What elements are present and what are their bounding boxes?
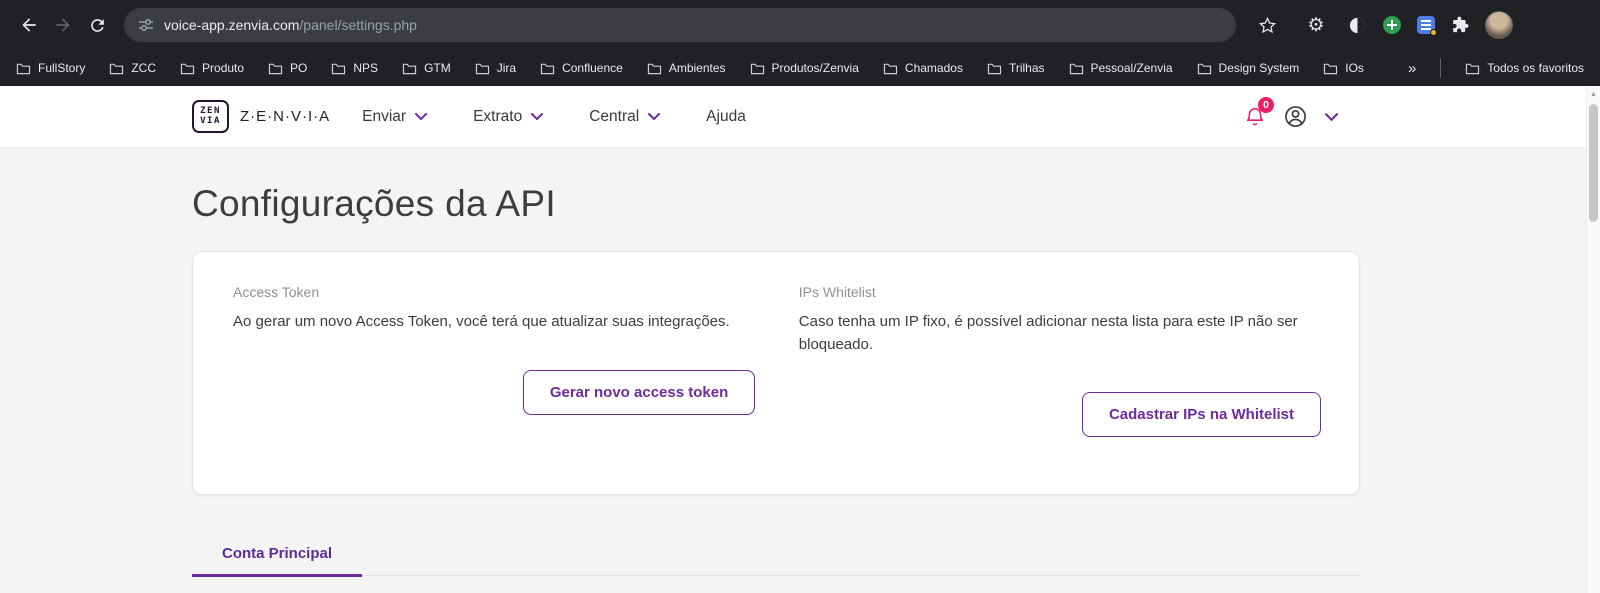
folder-icon (1069, 63, 1083, 74)
half-circle-icon (1349, 17, 1366, 33)
zenvia-logo[interactable]: ZEN VIA (192, 100, 229, 133)
bookmark-folder[interactable]: ZCC (109, 61, 156, 75)
tab-conta-principal[interactable]: Conta Principal (192, 533, 363, 577)
bookmark-folder[interactable]: Pessoal/Zenvia (1069, 61, 1173, 75)
address-bar[interactable]: voice-app.zenvia.com/panel/settings.php (124, 8, 1236, 42)
back-button[interactable] (12, 8, 46, 42)
bookmark-folder[interactable]: IOs (1323, 61, 1364, 75)
bookmark-folder[interactable]: Produtos/Zenvia (750, 61, 859, 75)
bookmark-folder[interactable]: Jira (475, 61, 516, 75)
page-scrollbar[interactable]: ▲ (1586, 86, 1600, 593)
register-whitelist-button[interactable]: Cadastrar IPs na Whitelist (1081, 392, 1321, 437)
folder-icon (750, 63, 764, 74)
folder-icon (110, 63, 124, 74)
scrollbar-up-arrow[interactable]: ▲ (1587, 86, 1600, 98)
folder-icon (540, 63, 555, 74)
toolbar-actions: ⚙ (1250, 8, 1513, 42)
chevron-down-icon (415, 113, 428, 120)
back-icon (22, 18, 36, 32)
puzzle-icon (1453, 16, 1469, 33)
bookmark-folder[interactable]: PO (268, 61, 307, 75)
folder-icon (180, 63, 195, 74)
ip-whitelist-description: Caso tenha um IP fixo, é possível adicio… (798, 313, 1298, 353)
folder-icon (402, 63, 417, 74)
bookmark-folder[interactable]: NPS (331, 61, 378, 75)
reload-button[interactable] (80, 8, 114, 42)
site-info-icon[interactable] (138, 17, 154, 33)
api-settings-card: Access Token Ao gerar um novo Access Tok… (192, 251, 1360, 495)
access-token-section: Access Token Ao gerar um novo Access Tok… (233, 284, 756, 464)
settings-gear-button[interactable]: ⚙ (1299, 8, 1333, 42)
chevron-down-icon (531, 113, 544, 120)
notification-badge: 0 (1258, 96, 1274, 113)
ip-whitelist-section: IPs Whitelist Caso tenha um IP fixo, é p… (799, 284, 1321, 464)
forward-icon (56, 18, 70, 32)
bookmark-folder[interactable]: Produto (180, 61, 244, 75)
bookmarks-overflow-button[interactable]: » (1408, 60, 1416, 77)
page-title: Configurações da API (192, 183, 556, 224)
bookmark-folder[interactable]: GTM (402, 61, 451, 75)
bookmarks-divider (1440, 58, 1442, 78)
extension-badge-dot (1430, 29, 1437, 36)
folder-icon (1197, 63, 1211, 74)
folder-icon (1466, 63, 1480, 74)
account-tabs: Conta Principal (192, 531, 1360, 577)
settings-page: Configurações da API Access Token Ao ger… (0, 148, 1586, 593)
account-button[interactable] (1283, 104, 1308, 129)
folder-icon (987, 63, 1002, 74)
brand-wordmark: Z·E·N·V·I·A (240, 108, 331, 125)
chevron-down-icon (648, 113, 661, 120)
reload-icon (90, 18, 104, 32)
nav-item-central[interactable]: Central (589, 108, 661, 126)
bookmark-star-button[interactable] (1250, 8, 1284, 42)
notifications-button[interactable]: 0 (1244, 96, 1274, 128)
url-text: voice-app.zenvia.com/panel/settings.php (164, 17, 417, 33)
bookmark-folder[interactable]: Confluence (540, 61, 623, 75)
chevron-down-icon (1325, 112, 1338, 121)
nav-item-extrato[interactable]: Extrato (473, 108, 544, 126)
folder-icon (647, 63, 661, 74)
contrast-extension-button[interactable] (1348, 16, 1367, 35)
gear-icon: ⚙ (1307, 14, 1325, 36)
app-header: ZEN VIA Z·E·N·V·I·A Enviar Extrato Centr… (0, 86, 1586, 148)
account-menu-button[interactable] (1325, 112, 1338, 121)
access-token-label: Access Token (233, 284, 320, 300)
folder-icon (475, 63, 489, 74)
access-token-description: Ao gerar um novo Access Token, você terá… (233, 313, 730, 330)
folder-icon (268, 63, 283, 74)
forward-button[interactable] (46, 8, 80, 42)
bookmark-folder[interactable]: Trilhas (987, 61, 1045, 75)
profile-avatar[interactable] (1485, 11, 1513, 39)
ip-whitelist-label: IPs Whitelist (798, 284, 876, 300)
green-plus-icon (1383, 16, 1401, 34)
extensions-menu-button[interactable] (1450, 15, 1470, 35)
browser-toolbar: voice-app.zenvia.com/panel/settings.php … (0, 0, 1600, 50)
generate-token-button[interactable]: Gerar novo access token (522, 369, 756, 415)
header-actions: 0 (1244, 96, 1338, 129)
nav-item-ajuda[interactable]: Ajuda (706, 108, 746, 126)
folder-icon (1324, 63, 1338, 74)
folder-icon (883, 63, 898, 74)
browser-chrome: voice-app.zenvia.com/panel/settings.php … (0, 0, 1600, 86)
main-nav: Enviar Extrato Central Ajuda (362, 108, 746, 126)
extension-glyph (1421, 24, 1431, 26)
bookmark-folder[interactable]: Chamados (883, 61, 963, 75)
nav-item-enviar[interactable]: Enviar (362, 108, 428, 126)
bookmarks-bar: FullStory ZCC Produto PO NPS GTM Jira Co… (0, 50, 1600, 86)
folder-icon (332, 63, 346, 74)
bookmark-folder[interactable]: FullStory (16, 61, 85, 75)
all-bookmarks-button[interactable]: Todos os favoritos (1465, 61, 1584, 75)
star-icon (1258, 16, 1276, 33)
scrollbar-thumb[interactable] (1589, 104, 1598, 222)
bookmark-folder[interactable]: Ambientes (647, 61, 726, 75)
blue-extension-button[interactable] (1417, 16, 1437, 36)
bookmark-folder[interactable]: Design System (1197, 61, 1299, 75)
account-icon (1285, 106, 1306, 127)
folder-icon (16, 63, 31, 74)
add-extension-button[interactable] (1382, 15, 1402, 35)
